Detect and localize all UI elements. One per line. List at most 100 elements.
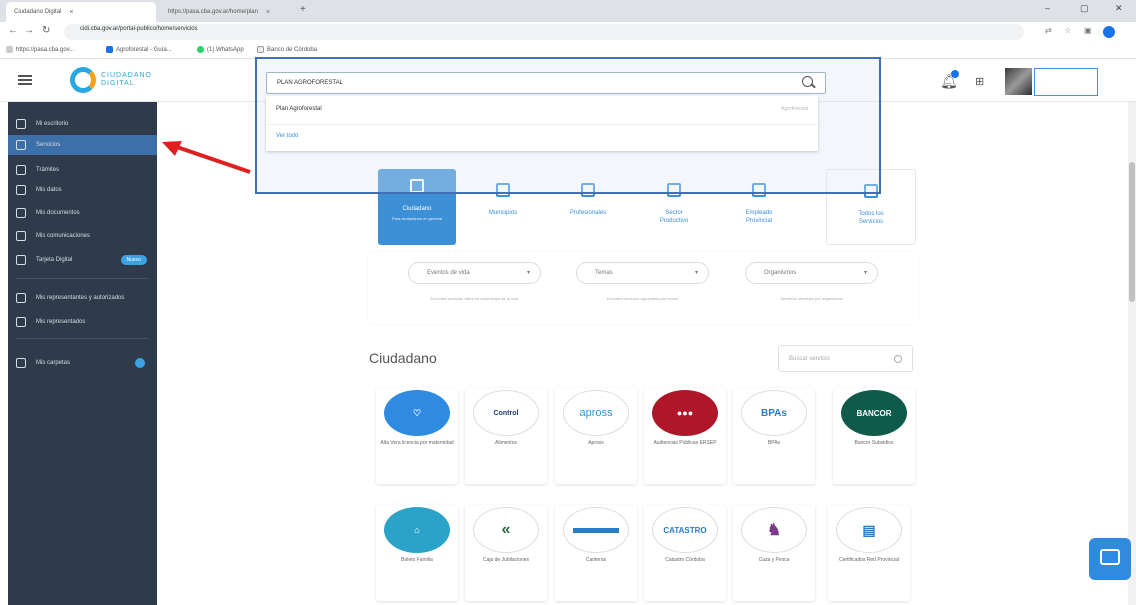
suggestion-tag: Agroforestal <box>781 106 808 112</box>
browser-tab-pasa[interactable]: https://pasa.cba.gov.ar/home/plan × <box>160 2 300 22</box>
ciudadano-digital-logo[interactable]: CIUDADANO DIGITAL <box>70 67 152 93</box>
document-icon <box>16 208 26 218</box>
sidebar: Mi escritorio Servicios Trámites Mis dat… <box>8 102 157 605</box>
search-icon <box>894 355 902 363</box>
filter-organismos[interactable]: Organismos ▾ <box>745 262 878 284</box>
bookmark-item[interactable]: https://pasa.cba.gov... <box>6 46 74 53</box>
service-card[interactable]: ●●● Audiencias Públicas ERSEP <box>644 388 726 484</box>
service-card[interactable]: CATASTRO Catastro Córdoba <box>644 505 726 601</box>
service-card[interactable]: ⌂ Boleto Familia <box>376 505 458 601</box>
address-bar: ← → ↻ cidi.cba.gov.ar/portal-publico/hom… <box>0 22 1136 42</box>
control-alimentos-logo: Control <box>473 390 539 436</box>
service-card[interactable]: Control Alimentos <box>465 388 547 484</box>
sidebar-item-mi-escritorio[interactable]: Mi escritorio <box>8 114 157 134</box>
menu-icon[interactable] <box>18 75 32 85</box>
notification-badge <box>951 70 959 78</box>
sidebar-item-representados[interactable]: Mis representados <box>8 312 157 332</box>
forward-icon[interactable]: → <box>24 25 34 36</box>
url-field[interactable] <box>64 24 1024 40</box>
service-card[interactable]: BANCOR Bancor Subsidios <box>833 388 915 484</box>
home-icon <box>16 119 26 129</box>
service-card[interactable]: ♞ Caza y Pesca <box>733 505 815 601</box>
scroll-thumb[interactable] <box>1129 162 1135 302</box>
certificate-icon: ▤ <box>836 507 902 553</box>
filters-panel: Eventos de vida ▾ Temas ▾ Organismos ▾ Enco… <box>368 252 918 324</box>
close-window-icon[interactable]: ✕ <box>1115 3 1123 14</box>
whatsapp-icon <box>197 46 204 53</box>
apps-grid-icon[interactable]: ⊞ <box>975 75 984 88</box>
see-all-link[interactable]: Ver todo <box>276 133 298 139</box>
users-icon <box>16 293 26 303</box>
service-card[interactable]: ▤ Certificados Red Provincial <box>828 505 910 601</box>
back-icon[interactable]: ← <box>8 25 18 36</box>
service-card[interactable]: ♡ Alta Vera licencia por maternidad <box>376 388 458 484</box>
service-card[interactable]: Canteras <box>555 505 637 601</box>
search-icon[interactable] <box>802 76 813 87</box>
id-card-icon <box>16 185 26 195</box>
chat-button[interactable] <box>1089 538 1131 580</box>
logo-mark-icon <box>70 67 96 93</box>
house-family-icon: ⌂ <box>384 507 450 553</box>
user-plus-icon <box>16 317 26 327</box>
chevron-down-icon: ▾ <box>694 270 698 276</box>
sidebar-item-representantes[interactable]: Mis representantes y autorizados <box>8 288 157 308</box>
caja-jubilaciones-icon: « <box>473 507 539 553</box>
bookmark-item[interactable]: Banco de Córdoba <box>257 46 317 53</box>
mother-baby-icon: ♡ <box>384 390 450 436</box>
folder-icon <box>16 165 26 175</box>
new-badge: Nuevo <box>120 255 147 265</box>
browser-tab-bar: Ciudadano Digital × https://pasa.cba.gov.… <box>0 0 1136 22</box>
sidebar-divider <box>16 338 149 339</box>
minimize-icon[interactable]: – <box>1045 3 1050 13</box>
avatar[interactable] <box>1005 68 1032 95</box>
sidebar-item-mis-datos[interactable]: Mis datos <box>8 180 157 200</box>
close-tab-icon[interactable]: × <box>69 9 73 16</box>
folder-icon <box>16 358 26 368</box>
add-folder-icon[interactable] <box>135 358 145 368</box>
service-card[interactable]: BPAs BPAs <box>733 388 815 484</box>
sidebar-item-mis-documentos[interactable]: Mis documentos <box>8 203 157 223</box>
sidebar-divider <box>16 278 149 279</box>
bookmark-favicon-icon <box>106 46 113 53</box>
services-icon <box>16 140 26 150</box>
annotation-arrow-icon <box>162 141 251 174</box>
card-icon <box>16 255 26 265</box>
search-input[interactable]: PLAN AGROFORESTAL <box>266 72 826 94</box>
sidebar-item-servicios[interactable]: Servicios <box>8 135 157 155</box>
bookmark-item[interactable]: Agroforestal - Guía... <box>106 46 172 53</box>
filter-eventos-de-vida[interactable]: Eventos de vida ▾ <box>408 262 541 284</box>
catastro-logo: CATASTRO <box>652 507 718 553</box>
sidebar-item-mis-comunicaciones[interactable]: Mis comunicaciones <box>8 226 157 246</box>
chevron-down-icon: ▾ <box>526 270 530 276</box>
section-title: Ciudadano <box>369 350 437 366</box>
bank-icon <box>257 46 264 53</box>
star-icon[interactable]: ☆ <box>1064 26 1071 35</box>
close-tab-icon[interactable]: × <box>266 9 270 16</box>
sidebar-item-mis-carpetas[interactable]: Mis carpetas <box>8 353 157 373</box>
profile-icon[interactable] <box>1103 26 1115 38</box>
globe-icon <box>6 46 13 53</box>
service-card[interactable]: « Caja de Jubilaciones <box>465 505 547 601</box>
user-name-highlight <box>1034 68 1098 96</box>
bookmark-item[interactable]: (1) WhatsApp <box>197 46 244 53</box>
bell-icon <box>16 231 26 241</box>
chat-bubble-icon <box>1100 549 1120 565</box>
search-suggestions: Plan Agroforestal Agroforestal Ver todo <box>266 96 818 151</box>
suggestion-plan-agroforestal[interactable]: Plan Agroforestal <box>276 106 322 112</box>
sidebar-item-tramites[interactable]: Trámites <box>8 160 157 180</box>
chevron-down-icon: ▾ <box>863 270 867 276</box>
url-text: cidi.cba.gov.ar/portal-publico/home/serv… <box>80 26 198 32</box>
translate-icon[interactable]: ⇄ <box>1045 26 1052 35</box>
service-card[interactable]: apross Apross <box>555 388 637 484</box>
maximize-icon[interactable]: ▢ <box>1080 3 1089 14</box>
apross-logo: apross <box>563 390 629 436</box>
page-scrollbar[interactable] <box>1128 102 1136 605</box>
reload-icon[interactable]: ↻ <box>42 25 50 36</box>
new-tab-icon[interactable]: + <box>300 4 306 15</box>
browser-tab-ciudadano[interactable]: Ciudadano Digital × <box>6 2 156 22</box>
sidebar-item-tarjeta-digital[interactable]: Tarjeta Digital Nuevo <box>8 250 157 270</box>
bancor-logo: BANCOR <box>841 390 907 436</box>
filter-temas[interactable]: Temas ▾ <box>576 262 709 284</box>
extensions-icon[interactable]: ▣ <box>1084 26 1092 35</box>
service-search-input[interactable]: Buscar servicio <box>778 345 913 372</box>
